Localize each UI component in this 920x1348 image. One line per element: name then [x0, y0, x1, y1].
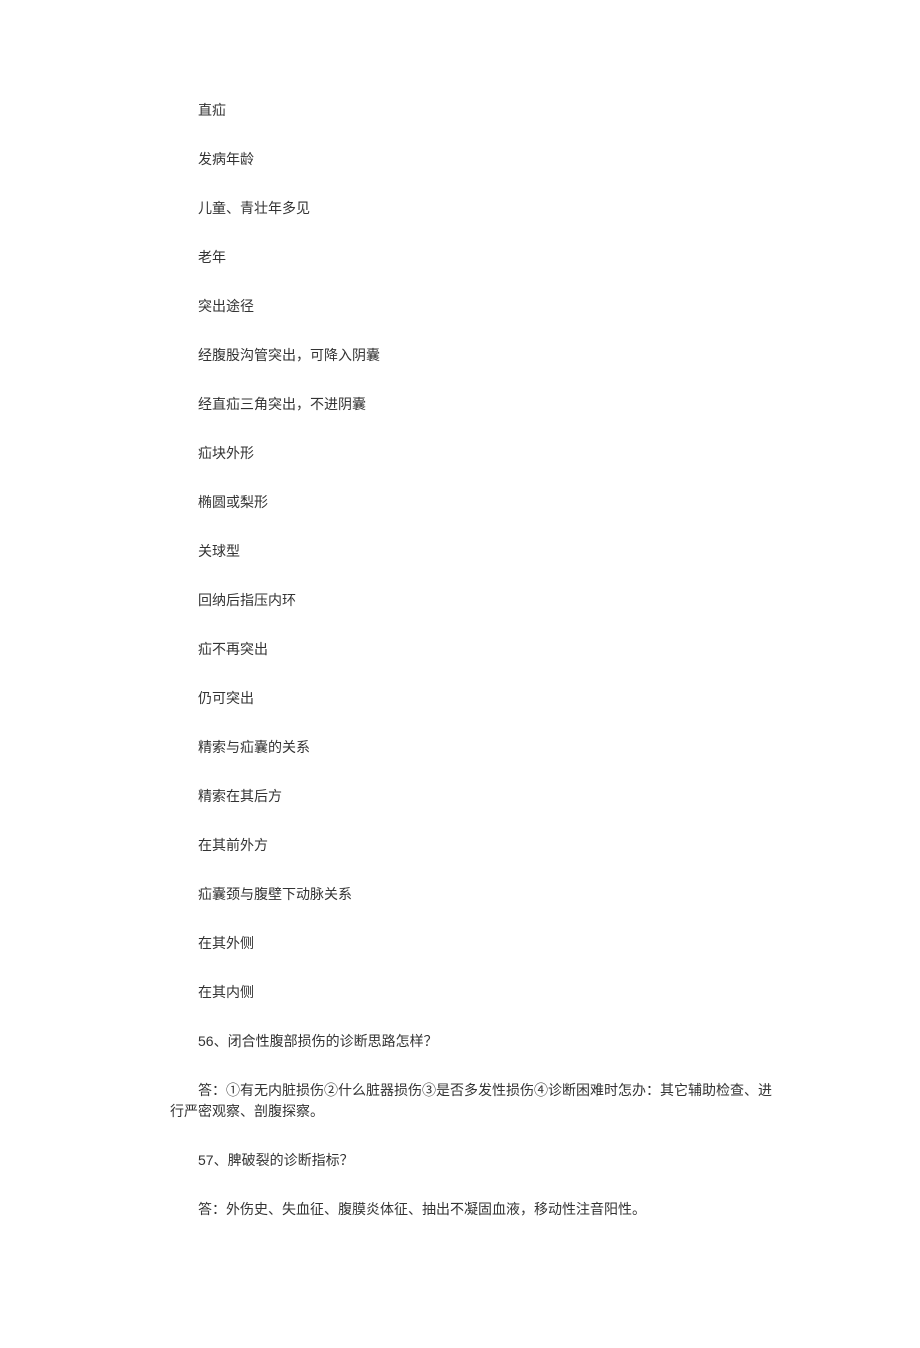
text-line: 关球型 — [170, 541, 780, 562]
question-number: 56 — [198, 1033, 214, 1049]
text-line: 回纳后指压内环 — [170, 590, 780, 611]
text-line: 疝块外形 — [170, 443, 780, 464]
text-line: 疝不再突出 — [170, 639, 780, 660]
text-line: 老年 — [170, 247, 780, 268]
text-line: 经直疝三角突出，不进阴囊 — [170, 394, 780, 415]
text-line: 在其外侧 — [170, 933, 780, 954]
text-line: 发病年龄 — [170, 149, 780, 170]
answer-body: ①有无内脏损伤②什么脏器损伤③是否多发性损伤④诊断困难时怎办：其它辅助检查、进行… — [170, 1082, 772, 1119]
text-line: 精索在其后方 — [170, 786, 780, 807]
text-line: 在其前外方 — [170, 835, 780, 856]
answer-label: 答： — [198, 1082, 226, 1098]
text-line: 在其内侧 — [170, 982, 780, 1003]
text-line: 直疝 — [170, 100, 780, 121]
question-57: 57、脾破裂的诊断指标？ — [170, 1150, 780, 1171]
text-line: 椭圆或梨形 — [170, 492, 780, 513]
text-line: 仍可突出 — [170, 688, 780, 709]
question-title: 脾破裂的诊断指标？ — [228, 1152, 354, 1168]
question-56: 56、闭合性腹部损伤的诊断思路怎样？ — [170, 1031, 780, 1052]
text-line: 精索与疝囊的关系 — [170, 737, 780, 758]
answer-label: 答： — [198, 1201, 226, 1217]
text-line: 经腹股沟管突出，可降入阴囊 — [170, 345, 780, 366]
text-line: 儿童、青壮年多见 — [170, 198, 780, 219]
question-title: 闭合性腹部损伤的诊断思路怎样？ — [228, 1033, 438, 1049]
separator: 、 — [214, 1033, 228, 1049]
answer-57: 答：外伤史、失血征、腹膜炎体征、抽出不凝固血液，移动性注音阳性。 — [170, 1199, 780, 1220]
question-number: 57 — [198, 1152, 214, 1168]
text-line: 疝囊颈与腹壁下动脉关系 — [170, 884, 780, 905]
answer-body: 外伤史、失血征、腹膜炎体征、抽出不凝固血液，移动性注音阳性。 — [226, 1201, 646, 1217]
document-page: 直疝 发病年龄 儿童、青壮年多见 老年 突出途径 经腹股沟管突出，可降入阴囊 经… — [0, 0, 920, 1348]
text-line: 突出途径 — [170, 296, 780, 317]
separator: 、 — [214, 1152, 228, 1168]
answer-56: 答：①有无内脏损伤②什么脏器损伤③是否多发性损伤④诊断困难时怎办：其它辅助检查、… — [170, 1080, 780, 1122]
